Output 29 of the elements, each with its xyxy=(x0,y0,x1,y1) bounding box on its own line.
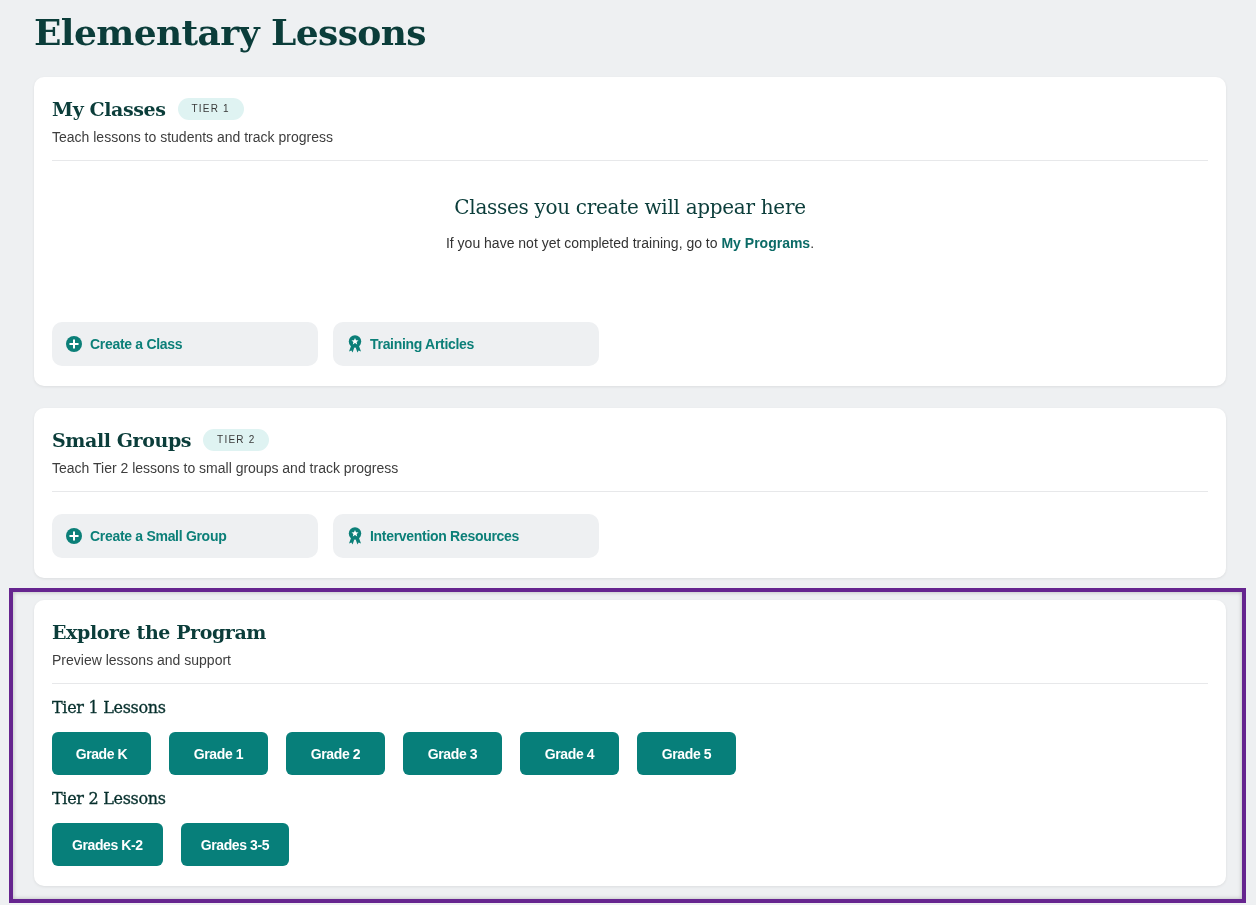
action-button[interactable]: Create a Small Group xyxy=(52,514,318,558)
action-button[interactable]: Create a Class xyxy=(52,322,318,366)
grade-button[interactable]: Grade 5 xyxy=(637,732,736,775)
section-subtitle: Teach Tier 2 lessons to small groups and track progress xyxy=(52,459,399,478)
grade-button[interactable]: Grade 1 xyxy=(169,732,268,775)
action-button[interactable]: Intervention Resources xyxy=(333,514,599,558)
empty-state-text: If you have not yet completed training, go to My Programs. xyxy=(445,234,815,253)
action-button[interactable]: Training Articles xyxy=(333,322,599,366)
section-title: Small Groups xyxy=(52,428,192,453)
page-title: Elementary Lessons xyxy=(34,10,426,55)
grade-button[interactable]: Grades K-2 xyxy=(52,823,163,866)
award-ribbon-icon xyxy=(348,527,362,545)
award-ribbon-icon xyxy=(348,335,362,353)
grade-button[interactable]: Grade 3 xyxy=(403,732,502,775)
section-subtitle: Teach lessons to students and track progress xyxy=(52,128,333,147)
grade-button[interactable]: Grade 2 xyxy=(286,732,385,775)
section-title: My Classes xyxy=(52,97,166,122)
lesson-group-title: Tier 1 Lessons xyxy=(52,697,166,719)
lesson-group-title: Tier 2 Lessons xyxy=(52,788,166,810)
grade-button[interactable]: Grades 3-5 xyxy=(180,823,290,866)
grade-button[interactable]: Grade 4 xyxy=(520,732,619,775)
section-title: Explore the Program xyxy=(52,620,267,645)
tier-badge: TIER 2 xyxy=(203,429,270,451)
tier-badge: TIER 1 xyxy=(177,98,244,120)
grade-button[interactable]: Grade K xyxy=(52,732,151,775)
section-subtitle: Preview lessons and support xyxy=(52,651,231,670)
plus-circle-icon xyxy=(66,336,82,352)
plus-circle-icon xyxy=(66,528,82,544)
empty-state-heading: Classes you create will appear here xyxy=(454,194,806,221)
